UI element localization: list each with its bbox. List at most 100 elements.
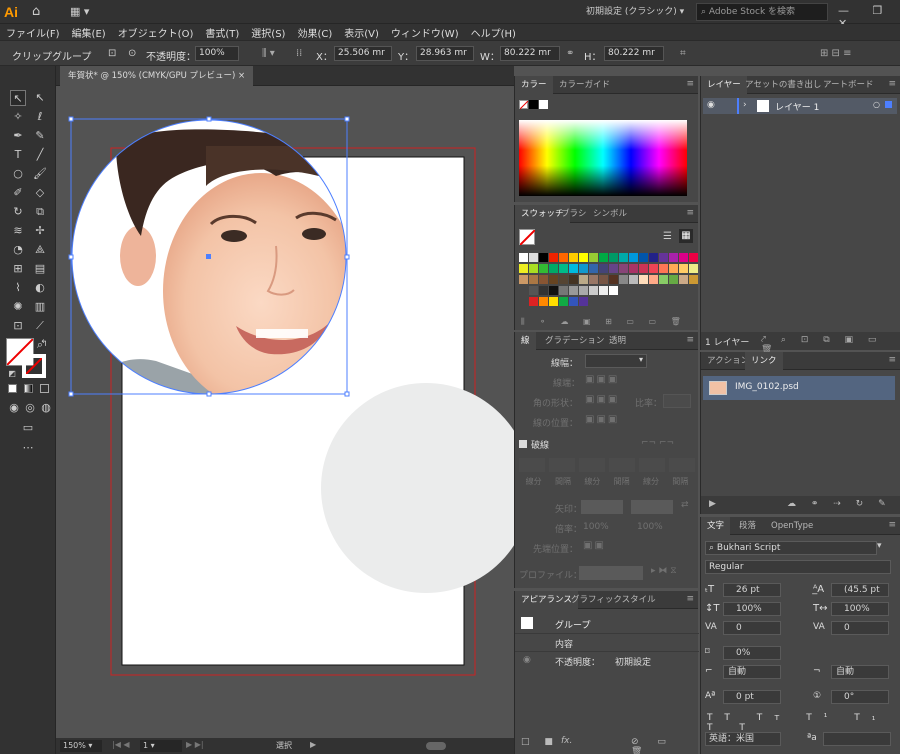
panel-menu-icon[interactable]: ≡	[686, 208, 694, 218]
swatch[interactable]	[519, 253, 528, 262]
aki-left-select[interactable]: 自動	[723, 665, 781, 679]
puppet-warp-tool-icon[interactable]: ✢	[32, 223, 48, 239]
swatch[interactable]	[529, 264, 538, 273]
swatch[interactable]	[529, 275, 538, 284]
panel-menu-icon[interactable]: ≡	[686, 594, 694, 604]
swatch[interactable]	[639, 275, 648, 284]
edit-contents-icon[interactable]: ⊙	[128, 48, 136, 59]
swatch[interactable]	[599, 264, 608, 273]
artboard-number-field[interactable]: 1 ▾	[140, 740, 182, 752]
swatch[interactable]	[539, 253, 548, 262]
w-field[interactable]: 80.222 mr	[500, 46, 560, 61]
home-icon[interactable]: ⌂	[32, 4, 40, 19]
swatch[interactable]	[579, 275, 588, 284]
tab-character[interactable]: 文字	[701, 517, 731, 535]
color-none-swatch[interactable]	[519, 100, 529, 110]
swatch[interactable]	[629, 253, 638, 262]
line-tool-icon[interactable]: ╱	[32, 147, 48, 163]
swatch[interactable]	[629, 264, 638, 273]
swatch[interactable]	[659, 275, 668, 284]
swatch[interactable]	[659, 253, 668, 262]
corner-buttons-icon[interactable]: ▣▣▣	[585, 394, 619, 405]
swatch[interactable]	[679, 264, 688, 273]
curvature-tool-icon[interactable]: ✎	[32, 128, 48, 144]
link-icon[interactable]: ⚭	[566, 48, 574, 59]
y-field[interactable]: 28.963 mr	[416, 46, 474, 61]
swatch[interactable]	[649, 264, 658, 273]
swatch[interactable]	[559, 286, 568, 295]
menu-window[interactable]: ウィンドウ(W)	[391, 25, 459, 40]
swatch[interactable]	[609, 275, 618, 284]
swatch[interactable]	[569, 253, 578, 262]
tab-transparency[interactable]: 透明	[603, 332, 632, 350]
none-mode-icon[interactable]	[40, 384, 49, 393]
swatch-fill-stroke-icon[interactable]	[519, 229, 536, 246]
zoom-field[interactable]: 150% ▾	[60, 740, 102, 752]
swatch[interactable]	[689, 275, 698, 284]
dashed-checkbox[interactable]	[519, 440, 527, 448]
type-tool-icon[interactable]: T	[10, 147, 26, 163]
shaper-tool-icon[interactable]: ✐	[10, 185, 26, 201]
layer-name[interactable]: レイヤー 1	[775, 100, 819, 113]
swap-fill-stroke-icon[interactable]: ↰	[36, 336, 52, 352]
baseline-shift-field[interactable]: 0 pt	[723, 690, 781, 704]
swatch[interactable]	[579, 297, 588, 306]
swatch[interactable]	[599, 286, 608, 295]
profile-select[interactable]	[579, 566, 643, 580]
swatch[interactable]	[549, 264, 558, 273]
swatch[interactable]	[589, 286, 598, 295]
cap-buttons-icon[interactable]: ▣▣▣	[585, 374, 619, 385]
eraser-tool-icon[interactable]: ◇	[32, 185, 48, 201]
expand-chevron-icon[interactable]: ›	[743, 100, 747, 110]
swatch[interactable]	[539, 297, 548, 306]
tracking-field[interactable]: 0	[831, 621, 889, 635]
tab-opentype[interactable]: OpenType	[765, 517, 819, 535]
appearance-opacity-label[interactable]: 不透明度：	[555, 655, 600, 668]
vertical-scale-field[interactable]: 100%	[723, 602, 781, 616]
swatch[interactable]	[599, 253, 608, 262]
swatch[interactable]	[589, 253, 598, 262]
swatch-grid[interactable]	[519, 253, 698, 313]
tab-asset-export[interactable]: アセットの書き出し	[739, 76, 827, 94]
arrange-icon[interactable]: ⊞ ⊟ ≡	[820, 48, 852, 59]
list-view-icon[interactable]: ☰	[663, 231, 672, 242]
x-field[interactable]: 25.506 mr	[334, 46, 392, 61]
panel-menu-icon[interactable]: ≡	[888, 520, 896, 530]
tab-paragraph[interactable]: 段落	[733, 517, 762, 535]
tab-graphic-styles[interactable]: グラフィックスタイル	[565, 591, 662, 609]
type-style-buttons-icon[interactable]: TT Tт T¹ T₁ T T	[707, 713, 900, 733]
links-footer-icons[interactable]: ☁ ⚭ ⇢ ↻ ✎	[787, 499, 892, 509]
flip-profile-icons[interactable]: ▸ ⧓ ⧖	[651, 566, 677, 576]
layer-row[interactable]: ◉ › レイヤー 1 ○	[703, 98, 897, 114]
panel-menu-icon[interactable]: ≡	[686, 335, 694, 345]
draw-inside-icon[interactable]: ◍	[38, 400, 54, 416]
default-colors-icon[interactable]: ◩	[4, 366, 20, 382]
swatch[interactable]	[579, 286, 588, 295]
visibility-eye-icon[interactable]: ◉	[523, 655, 531, 665]
link-item[interactable]: IMG_0102.psd	[703, 376, 895, 400]
horizontal-scale-field[interactable]: 100%	[831, 602, 889, 616]
swatch-footer-icons[interactable]: ⫼ ⚬ ☁ ▣ ⊞ ▭ ▭ 🗑	[521, 317, 687, 327]
swatch[interactable]	[659, 264, 668, 273]
appearance-opacity-value[interactable]: 初期設定	[615, 655, 651, 668]
anti-alias-select[interactable]	[823, 732, 891, 746]
swatch[interactable]	[669, 275, 678, 284]
color-black-swatch[interactable]	[529, 100, 538, 109]
direct-selection-tool-icon[interactable]: ↖	[32, 90, 48, 106]
mesh-tool-icon[interactable]: ⊞	[10, 261, 26, 277]
tab-artboards[interactable]: アートボード	[817, 76, 880, 94]
pen-tool-icon[interactable]: ✒	[10, 128, 26, 144]
graph-tool-icon[interactable]: ▥	[32, 299, 48, 315]
swatch[interactable]	[639, 264, 648, 273]
visibility-eye-icon[interactable]: ◉	[707, 100, 715, 110]
lasso-tool-icon[interactable]: ℓ	[32, 109, 48, 125]
swatch[interactable]	[549, 253, 558, 262]
kerning-field[interactable]: 0	[723, 621, 781, 635]
swatch[interactable]	[619, 275, 628, 284]
swatch[interactable]	[549, 286, 558, 295]
arrow-start-select[interactable]	[581, 500, 623, 514]
panel-menu-icon[interactable]: ≡	[888, 79, 896, 89]
magic-wand-tool-icon[interactable]: ✧	[10, 109, 26, 125]
tsume-field[interactable]: 0%	[723, 646, 781, 660]
fx-button[interactable]: fx.	[561, 736, 572, 746]
